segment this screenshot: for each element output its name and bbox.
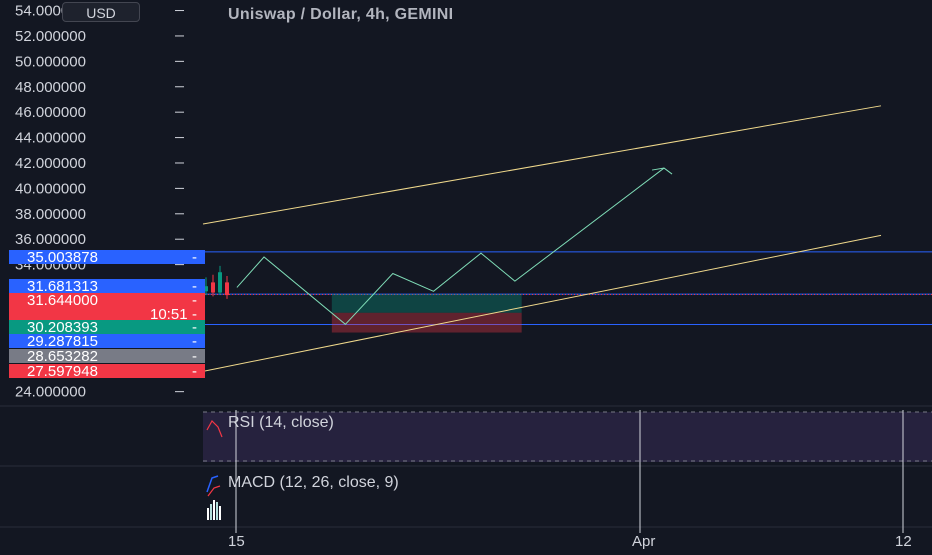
time-tick-label: Apr <box>632 533 655 550</box>
price-badge-label: 35.003878 <box>27 249 98 266</box>
price-tick-label: 38.000000 <box>15 206 86 223</box>
chart-title: Uniswap / Dollar, 4h, GEMINI <box>228 6 453 23</box>
price-badge-label: 31.644000 <box>27 292 98 309</box>
time-tick-label: 15 <box>228 533 245 550</box>
price-tick-label: 42.000000 <box>15 155 86 172</box>
candle-body <box>218 272 222 293</box>
price-badge-dash: - <box>192 363 197 380</box>
price-tick-label: 48.000000 <box>15 79 86 96</box>
macd-histogram-bar <box>219 506 221 520</box>
currency-button[interactable]: USD <box>62 2 140 22</box>
macd-signal-line <box>207 485 221 497</box>
chart-workspace[interactable]: 24.000000 34.000000 36.000000 38.000000 40.0… <box>0 0 932 550</box>
price-tick-label: 36.000000 <box>15 231 86 248</box>
price-tick-label: 52.000000 <box>15 28 86 45</box>
macd-histogram-bar <box>210 504 212 520</box>
price-badge: 35.003878 - <box>9 249 205 266</box>
position-target-zone <box>331 294 522 313</box>
candle-body <box>225 282 229 296</box>
price-tick-label: 50.000000 <box>15 53 86 70</box>
price-badge-dash: - <box>192 249 197 266</box>
rsi-label[interactable]: RSI (14, close) <box>228 414 334 431</box>
price-chart[interactable]: 24.00000034.00000036.00000038.00000040.0… <box>0 0 932 550</box>
price-tick-label: 46.000000 <box>15 104 86 121</box>
macd-histogram-bar <box>207 508 209 520</box>
position-stop-zone <box>331 312 522 333</box>
macd-label[interactable]: MACD (12, 26, close, 9) <box>228 474 399 491</box>
price-badge: 27.597948 - <box>9 363 205 380</box>
price-badge-label: 27.597948 <box>27 363 98 380</box>
macd-histogram-bar <box>213 500 215 520</box>
candle-body <box>211 282 215 293</box>
price-tick-label: 40.000000 <box>15 180 86 197</box>
macd-histogram-bar <box>216 502 218 520</box>
channel-upper-line <box>202 105 882 225</box>
price-tick-label: 44.000000 <box>15 130 86 147</box>
channel-lower-line <box>202 234 882 372</box>
price-tick-label: 24.000000 <box>15 384 86 401</box>
time-tick-label: 12 <box>895 533 912 550</box>
